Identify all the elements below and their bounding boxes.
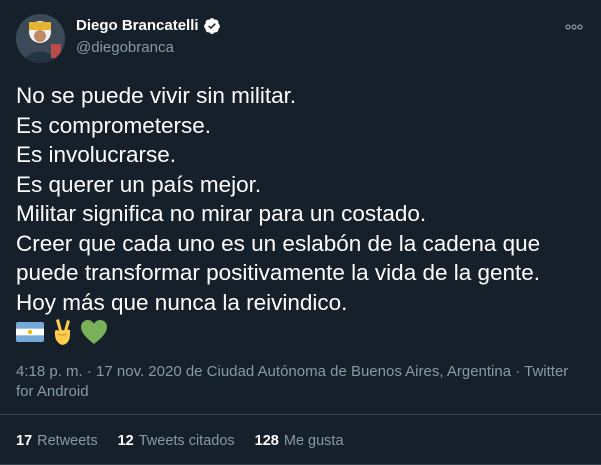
tweet-line: No se puede vivir sin militar. bbox=[16, 83, 297, 108]
retweets-label: Retweets bbox=[37, 433, 98, 449]
likes-stat[interactable]: 128 Me gusta bbox=[255, 432, 344, 450]
victory-hand-icon bbox=[50, 318, 74, 351]
tweet-line: Hoy más que nunca la reivindico. bbox=[16, 289, 348, 315]
emoji-row bbox=[16, 318, 114, 351]
quote-tweets-stat[interactable]: 12 Tweets citados bbox=[118, 432, 235, 450]
likes-count: 128 bbox=[254, 433, 279, 449]
tweet-line: Es comprometerse. bbox=[16, 112, 212, 138]
retweets-stat[interactable]: 17 Retweets bbox=[16, 432, 98, 450]
author-name[interactable]: Diego Brancatelli bbox=[76, 17, 199, 35]
tweet-line: puede transformar positivamente la vida … bbox=[16, 260, 541, 285]
timestamp-source[interactable]: 4:18 p. m. · 17 nov. 2020 de Ciudad Autó… bbox=[16, 362, 586, 382]
tweet-text: No se puede vivir sin militar. Es compro… bbox=[16, 81, 586, 317]
timestamp-source-cont[interactable]: for Android bbox=[16, 382, 586, 402]
quote-tweets-count: 12 bbox=[117, 433, 134, 449]
argentina-flag-icon bbox=[16, 321, 44, 347]
engagement-stats: 17 Retweets 12 Tweets citados 128 Me gus… bbox=[16, 432, 364, 450]
author-handle[interactable]: @diegobranca bbox=[76, 39, 174, 57]
tweet-line: Creer que cada uno es un eslabón de la c… bbox=[16, 230, 541, 256]
avatar[interactable] bbox=[16, 14, 65, 63]
tweet-metadata: 4:18 p. m. · 17 nov. 2020 de Ciudad Autó… bbox=[16, 362, 586, 402]
divider bbox=[0, 414, 601, 415]
tweet-card: Diego Brancatelli @diegobranca No se pue… bbox=[0, 0, 601, 465]
more-options-icon[interactable] bbox=[564, 20, 584, 32]
retweets-count: 17 bbox=[16, 433, 33, 449]
tweet-line: Militar significa no mirar para un costa… bbox=[16, 201, 427, 226]
likes-label: Me gusta bbox=[283, 433, 344, 449]
quote-tweets-label: Tweets citados bbox=[138, 433, 235, 449]
tweet-line: Es involucrarse. bbox=[16, 142, 177, 167]
verified-badge-icon bbox=[203, 17, 221, 35]
green-heart-icon bbox=[80, 319, 108, 350]
tweet-line: Es querer un país mejor. bbox=[16, 171, 262, 197]
